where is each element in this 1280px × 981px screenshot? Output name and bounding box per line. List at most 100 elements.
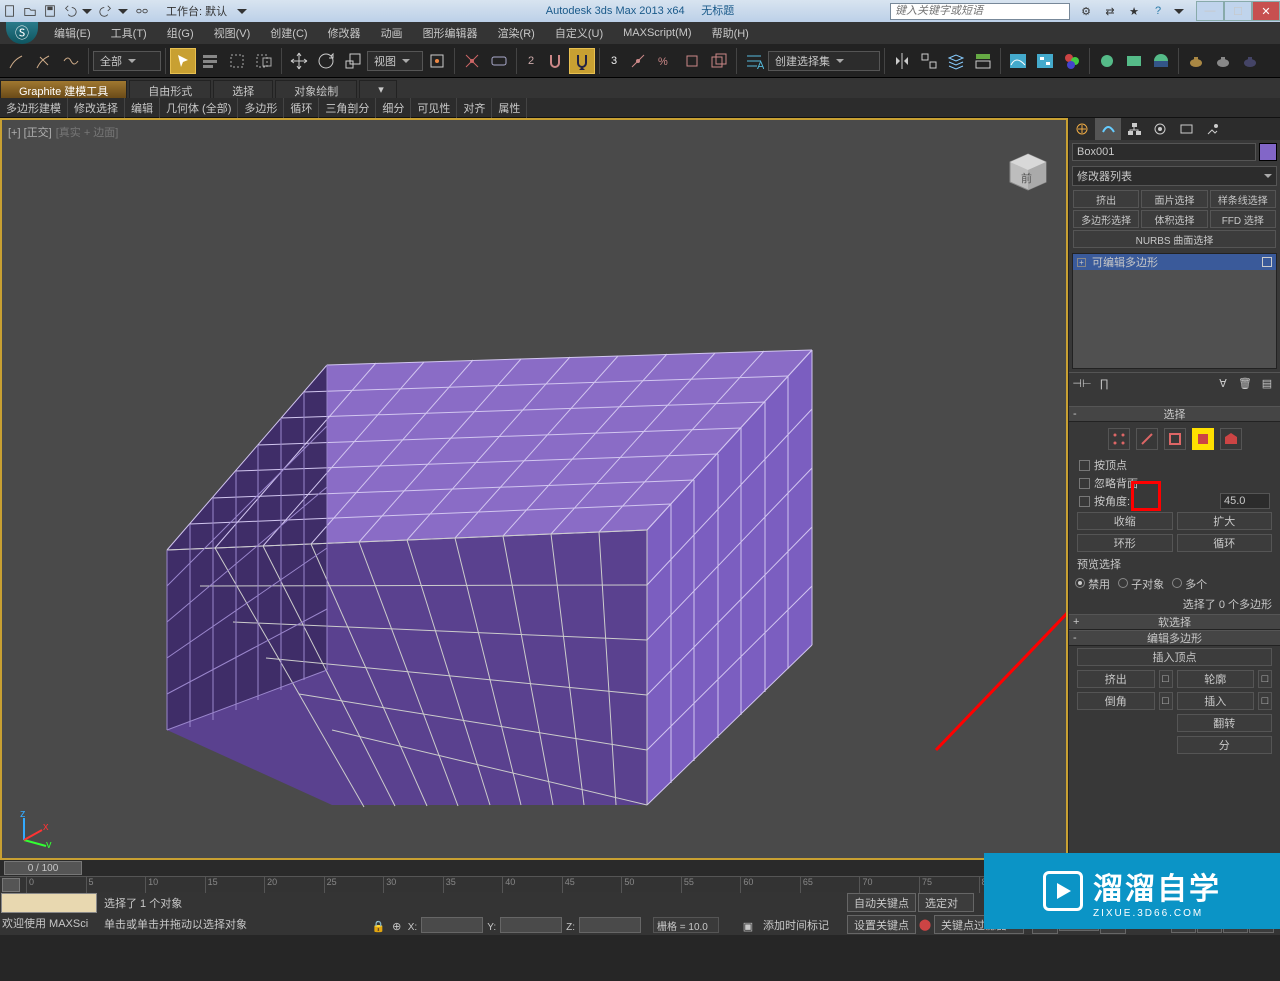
ribbon-sub-7[interactable]: 细分	[376, 98, 411, 118]
mod-volsel-button[interactable]: 体积选择	[1141, 210, 1207, 228]
outline-settings-icon[interactable]: □	[1258, 670, 1272, 688]
configure-sets-icon[interactable]: ▤	[1260, 377, 1274, 391]
mod-polysel-button[interactable]: 多边形选择	[1073, 210, 1139, 228]
workspace-label[interactable]: 工作台: 默认	[166, 3, 227, 19]
ribbon-sub-2[interactable]: 编辑	[125, 98, 160, 118]
ring-button[interactable]: 环形	[1077, 534, 1173, 552]
ribbon-sub-10[interactable]: 属性	[492, 98, 527, 118]
lock-selection-icon[interactable]: 🔒	[372, 919, 386, 933]
named-selection-dropdown[interactable]: 创建选择集	[768, 51, 880, 71]
ribbon-sub-4[interactable]: 多边形	[238, 98, 284, 118]
help-dropdown-icon[interactable]	[1174, 9, 1184, 14]
layers-icon[interactable]	[943, 48, 969, 74]
menu-tools[interactable]: 工具(T)	[101, 22, 157, 44]
viewport[interactable]: [+] [正交] [真实 + 边面]	[0, 118, 1068, 860]
mod-splinesel-button[interactable]: 样条线选择	[1210, 190, 1276, 208]
key-icon[interactable]: ⬤	[918, 918, 932, 932]
abs-rel-icon[interactable]: ⊕	[390, 919, 404, 933]
y-coord-field[interactable]	[500, 917, 562, 933]
menu-group[interactable]: 组(G)	[157, 22, 204, 44]
time-tag-icon[interactable]: ▣	[741, 919, 755, 933]
viewport-label[interactable]: [+] [正交] [真实 + 边面]	[8, 124, 118, 140]
remove-mod-icon[interactable]: 🗑	[1238, 377, 1252, 391]
app-menu-button[interactable]: Ⓢ	[6, 22, 38, 44]
chk-ignore-back[interactable]	[1079, 478, 1090, 489]
spinner-snap-icon[interactable]	[679, 48, 705, 74]
snap-3-icon[interactable]: 3	[604, 48, 624, 74]
manipulate-icon[interactable]	[459, 48, 485, 74]
angle-spinner[interactable]: 45.0	[1220, 493, 1270, 509]
grow-button[interactable]: 扩大	[1177, 512, 1273, 530]
stack-item-editablepoly[interactable]: + 可编辑多边形	[1073, 254, 1276, 270]
insert-vertex-button[interactable]: 插入顶点	[1077, 648, 1272, 666]
rect-region-icon[interactable]	[224, 48, 250, 74]
minimize-button[interactable]: —	[1196, 1, 1224, 21]
so-polygon-icon[interactable]	[1192, 428, 1214, 450]
create-tab-icon[interactable]	[1069, 118, 1095, 140]
percent-snap-icon[interactable]: %	[652, 48, 678, 74]
snap-toggle-icon[interactable]	[542, 48, 568, 74]
radio-multi[interactable]	[1172, 578, 1182, 588]
menu-modifiers[interactable]: 修改器	[318, 22, 371, 44]
chk-by-vertex[interactable]	[1079, 460, 1090, 471]
viewcube[interactable]: 前	[1004, 148, 1052, 196]
snap-2d-icon[interactable]: 2	[521, 48, 541, 74]
ribbon-sub-0[interactable]: 多边形建模	[0, 98, 68, 118]
maxscript-mini-listener[interactable]	[1, 893, 97, 913]
trackbar-toggle-icon[interactable]	[2, 878, 20, 892]
select-link-icon[interactable]	[4, 48, 30, 74]
modifier-stack[interactable]: + 可编辑多边形	[1072, 253, 1277, 369]
render-setup-icon[interactable]	[1094, 48, 1120, 74]
ribbon-tab-objectpaint[interactable]: 对象绘制	[275, 80, 357, 98]
qat-new-icon[interactable]	[1, 2, 19, 20]
rollout-softsel[interactable]: +软选择	[1069, 614, 1280, 630]
utilities-tab-icon[interactable]	[1199, 118, 1225, 140]
mod-patchsel-button[interactable]: 面片选择	[1141, 190, 1207, 208]
loop-button[interactable]: 循环	[1177, 534, 1273, 552]
so-vertex-icon[interactable]	[1108, 428, 1130, 450]
scene-box-object[interactable]	[152, 210, 852, 810]
unlink-icon[interactable]	[31, 48, 57, 74]
window-crossing-icon[interactable]	[251, 48, 277, 74]
qat-undo-icon[interactable]	[61, 2, 79, 20]
teapot1-icon[interactable]	[1183, 48, 1209, 74]
angle-snap-icon[interactable]	[569, 48, 595, 74]
favorites-icon[interactable]: ★	[1125, 2, 1143, 20]
qat-redo-icon[interactable]	[97, 2, 115, 20]
ribbon-tab-graphite[interactable]: Graphite 建模工具	[0, 80, 127, 98]
modifier-list-dropdown[interactable]: 修改器列表	[1072, 166, 1277, 186]
move-icon[interactable]	[286, 48, 312, 74]
bind-space-warp-icon[interactable]	[58, 48, 84, 74]
menu-grapheditors[interactable]: 图形编辑器	[413, 22, 488, 44]
help-search-input[interactable]	[890, 3, 1070, 20]
select-object-icon[interactable]	[170, 48, 196, 74]
ribbon-sub-5[interactable]: 循环	[284, 98, 319, 118]
z-coord-field[interactable]	[579, 917, 641, 933]
qat-open-icon[interactable]	[21, 2, 39, 20]
so-element-icon[interactable]	[1220, 428, 1242, 450]
stack-expand-icon[interactable]: +	[1077, 258, 1086, 267]
selection-filter-dropdown[interactable]: 全部	[93, 51, 161, 71]
teapot3-icon[interactable]	[1237, 48, 1263, 74]
menu-customize[interactable]: 自定义(U)	[545, 22, 613, 44]
menu-help[interactable]: 帮助(H)	[702, 22, 759, 44]
radio-disable[interactable]	[1075, 578, 1085, 588]
angle-snap2-icon[interactable]	[625, 48, 651, 74]
selection-set-drop[interactable]: 选定对	[918, 893, 974, 912]
radio-subobj[interactable]	[1118, 578, 1128, 588]
teapot2-icon[interactable]	[1210, 48, 1236, 74]
ribbon-sub-8[interactable]: 可见性	[411, 98, 457, 118]
workspace-dropdown-icon[interactable]	[237, 9, 247, 14]
qat-undo-dropdown-icon[interactable]	[82, 9, 92, 14]
graphite-ribbon-icon[interactable]	[970, 48, 996, 74]
maximize-button[interactable]: ☐	[1224, 1, 1252, 21]
rendered-frame-icon[interactable]	[1121, 48, 1147, 74]
ref-coord-dropdown[interactable]: 视图	[367, 51, 423, 71]
shrink-button[interactable]: 收缩	[1077, 512, 1173, 530]
connectivity-icon[interactable]: ⚙	[1077, 2, 1095, 20]
hierarchy-tab-icon[interactable]	[1121, 118, 1147, 140]
rollout-selection[interactable]: -选择	[1069, 406, 1280, 422]
ribbon-sub-1[interactable]: 修改选择	[68, 98, 125, 118]
menu-views[interactable]: 视图(V)	[204, 22, 261, 44]
ribbon-sub-6[interactable]: 三角剖分	[319, 98, 376, 118]
